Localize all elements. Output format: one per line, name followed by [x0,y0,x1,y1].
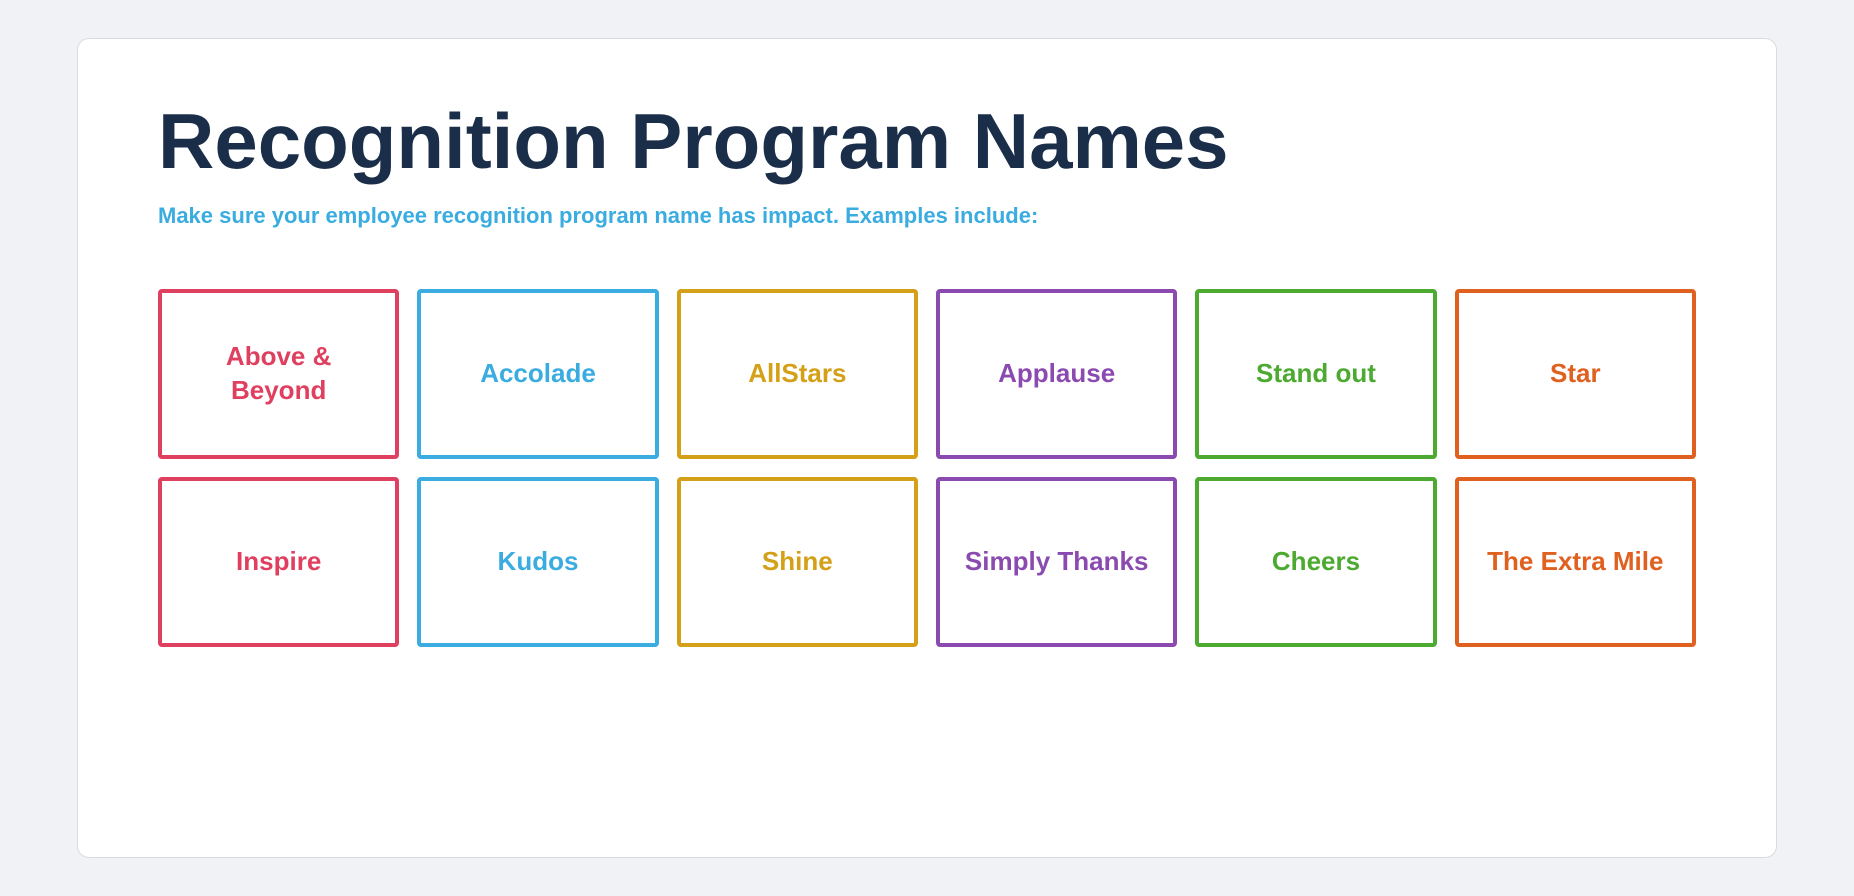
program-card-label-2: AllStars [748,357,846,391]
main-card: Recognition Program Names Make sure your… [77,38,1777,858]
program-card-label-10: Cheers [1272,545,1360,579]
page-title: Recognition Program Names [158,99,1696,185]
program-card-3: Applause [936,289,1177,459]
program-card-7: Kudos [417,477,658,647]
program-card-10: Cheers [1195,477,1436,647]
program-card-11: The Extra Mile [1455,477,1696,647]
program-card-label-5: Star [1550,357,1601,391]
program-card-label-9: Simply Thanks [965,545,1149,579]
program-card-label-0: Above & Beyond [177,340,380,408]
program-card-5: Star [1455,289,1696,459]
program-card-2: AllStars [677,289,918,459]
program-card-label-4: Stand out [1256,357,1376,391]
program-card-label-8: Shine [762,545,833,579]
program-card-1: Accolade [417,289,658,459]
program-card-label-3: Applause [998,357,1115,391]
program-card-0: Above & Beyond [158,289,399,459]
program-card-label-11: The Extra Mile [1487,545,1663,579]
cards-grid: Above & Beyond Accolade AllStars Applause St… [158,289,1696,647]
program-card-8: Shine [677,477,918,647]
subtitle: Make sure your employee recognition prog… [158,203,1038,229]
program-card-label-1: Accolade [480,357,596,391]
program-card-4: Stand out [1195,289,1436,459]
program-card-6: Inspire [158,477,399,647]
program-card-9: Simply Thanks [936,477,1177,647]
program-card-label-6: Inspire [236,545,321,579]
program-card-label-7: Kudos [498,545,579,579]
